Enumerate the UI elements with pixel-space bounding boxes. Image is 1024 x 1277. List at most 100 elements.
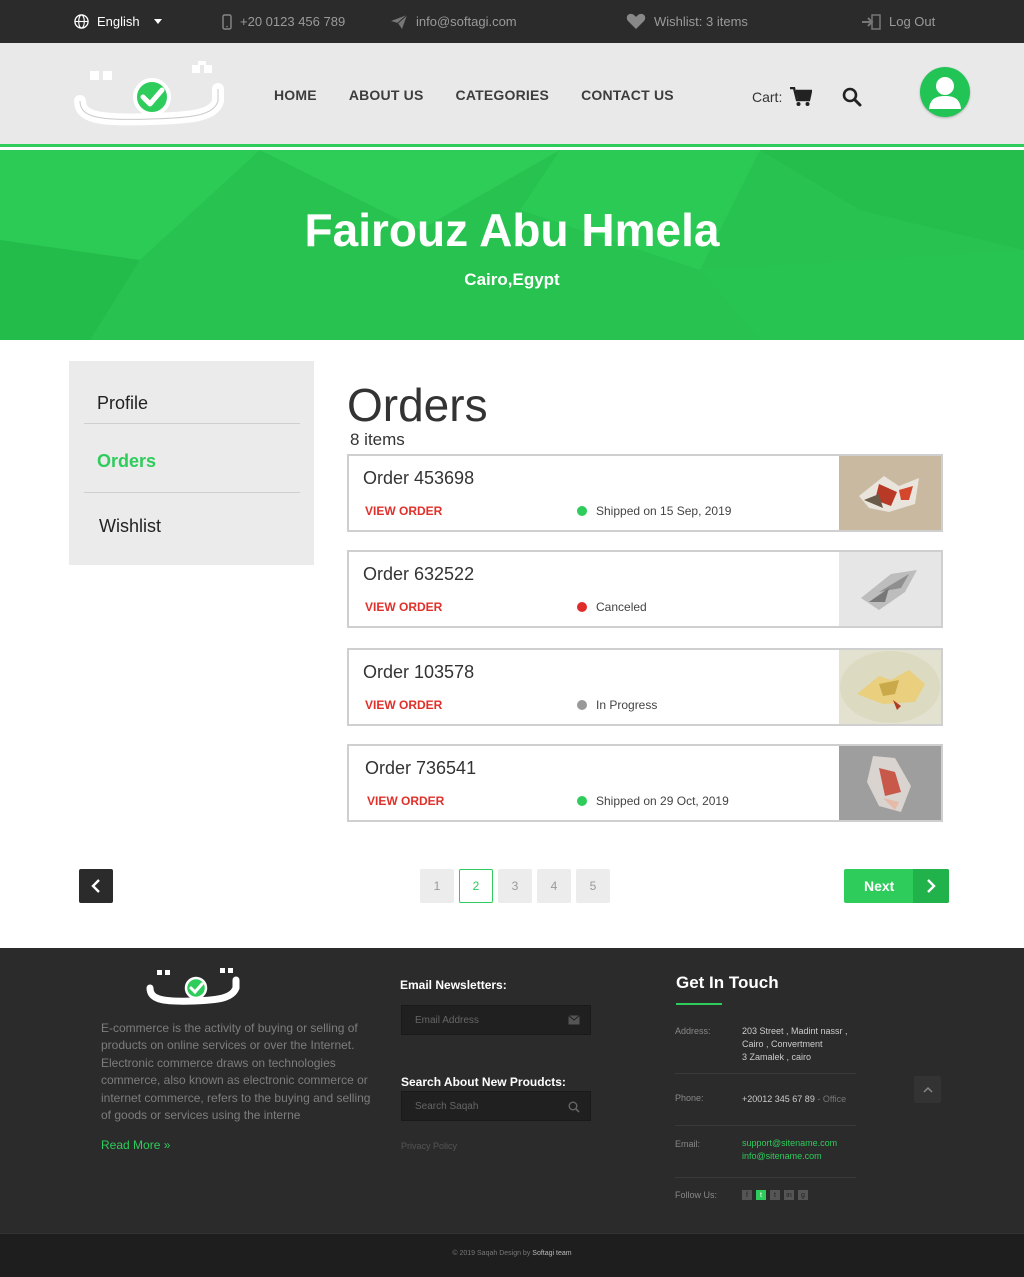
order-title: Order 103578 <box>363 662 475 682</box>
logout-text: Log Out <box>889 14 936 29</box>
search-products-heading: Search About New Proudcts: <box>401 1075 566 1089</box>
topbar-phone: +20 0123 456 789 <box>222 0 345 43</box>
copyright-prefix: © 2019 Saqah Design by <box>452 1250 531 1257</box>
address-line: 203 Street , Madint nassr , <box>742 1026 848 1036</box>
order-status: Canceled <box>577 600 647 614</box>
chevron-up-icon <box>922 1086 933 1093</box>
cart-label: Cart: <box>752 89 783 105</box>
linkedin-icon[interactable]: in <box>784 1190 794 1200</box>
user-avatar[interactable] <box>920 67 970 117</box>
phone-note: - Office <box>817 1094 847 1104</box>
newsletter-placeholder: Email Address <box>415 1014 479 1026</box>
order-title: Order 453698 <box>363 468 475 488</box>
order-card: Order 632522 VIEW ORDER Canceled <box>347 550 943 628</box>
order-product-image[interactable] <box>839 746 941 820</box>
logout-link[interactable]: Log Out <box>861 0 935 43</box>
status-dot <box>577 602 587 612</box>
privacy-policy-link[interactable]: Privacy Policy <box>401 1141 457 1151</box>
email-label: Email: <box>675 1139 701 1149</box>
order-title: Order 736541 <box>365 758 477 778</box>
status-dot <box>577 506 587 516</box>
scroll-to-top-button[interactable] <box>914 1076 941 1103</box>
search-icon[interactable] <box>568 1101 580 1113</box>
phone-number: +20012 345 67 89 <box>742 1094 815 1104</box>
google-plus-icon[interactable]: g <box>798 1190 808 1200</box>
info-email-link[interactable]: info@sitename.com <box>742 1150 837 1163</box>
tumblr-icon[interactable]: t <box>770 1190 780 1200</box>
order-card: Order 736541 VIEW ORDER Shipped on 29 Oc… <box>347 744 943 822</box>
globe-icon <box>74 14 89 29</box>
footer-divider <box>675 1125 856 1126</box>
status-text: Shipped on 29 Oct, 2019 <box>596 794 729 808</box>
support-email-link[interactable]: support@sitename.com <box>742 1137 837 1150</box>
email-text: info@softagi.com <box>416 14 517 29</box>
topbar-email[interactable]: info@softagi.com <box>390 0 517 43</box>
view-order-link[interactable]: VIEW ORDER <box>365 600 442 614</box>
chevron-left-icon <box>91 879 100 893</box>
status-text: In Progress <box>596 698 658 712</box>
chevron-right-icon <box>913 869 949 903</box>
order-product-image[interactable] <box>839 456 941 530</box>
view-order-link[interactable]: VIEW ORDER <box>365 698 442 712</box>
social-links: f t t in g <box>742 1190 808 1200</box>
footer-divider <box>675 1177 856 1178</box>
wishlist-link[interactable]: Wishlist: 3 items <box>626 0 748 43</box>
sidebar-divider <box>84 423 300 424</box>
search-icon[interactable] <box>842 87 862 107</box>
facebook-icon[interactable]: f <box>742 1190 752 1200</box>
top-bar: English +20 0123 456 789 info@softagi.co… <box>0 0 1024 43</box>
logout-icon <box>862 13 881 30</box>
heart-icon <box>626 13 646 29</box>
next-page-button[interactable]: Next <box>844 869 949 903</box>
sidebar-item-wishlist[interactable]: Wishlist <box>99 516 315 537</box>
order-product-image[interactable] <box>839 552 941 626</box>
view-order-link[interactable]: VIEW ORDER <box>365 504 442 518</box>
status-text: Canceled <box>596 600 647 614</box>
order-status: Shipped on 29 Oct, 2019 <box>577 794 729 808</box>
footer-about-text: E-commerce is the activity of buying or … <box>101 1021 371 1123</box>
page-5[interactable]: 5 <box>576 869 610 903</box>
main-header: HOME ABOUT US CATEGORIES CONTACT US Cart… <box>0 43 1024 147</box>
address-label: Address: <box>675 1026 711 1036</box>
envelope-icon[interactable] <box>568 1015 580 1025</box>
language-label: English <box>97 14 140 29</box>
nav-categories[interactable]: CATEGORIES <box>456 87 550 103</box>
page-2[interactable]: 2 <box>459 869 493 903</box>
newsletter-email-field[interactable]: Email Address <box>401 1005 591 1035</box>
brand-logo[interactable] <box>74 61 226 133</box>
get-in-touch-heading: Get In Touch <box>676 973 779 992</box>
phone-label: Phone: <box>675 1093 704 1103</box>
order-product-image[interactable] <box>839 650 941 724</box>
footer-search-input[interactable]: Search Saqah <box>401 1091 591 1121</box>
copyright-bar: © 2019 Saqah Design by Softagi team <box>0 1233 1024 1277</box>
page-3[interactable]: 3 <box>498 869 532 903</box>
sidebar-item-orders[interactable]: Orders <box>97 451 313 472</box>
profile-name: Fairouz Abu Hmela <box>304 204 720 256</box>
email-value: support@sitename.com info@sitename.com <box>742 1137 837 1163</box>
footer-search-placeholder: Search Saqah <box>415 1100 479 1112</box>
page-1[interactable]: 1 <box>420 869 454 903</box>
phone-icon <box>222 13 232 30</box>
paper-plane-icon <box>391 14 408 29</box>
cart-button[interactable]: Cart: <box>752 87 813 107</box>
nav-contact-us[interactable]: CONTACT US <box>581 87 674 103</box>
page-4[interactable]: 4 <box>537 869 571 903</box>
sidebar-item-profile[interactable]: Profile <box>97 393 313 414</box>
prev-page-button[interactable] <box>79 869 113 903</box>
nav-home[interactable]: HOME <box>274 87 317 103</box>
main-nav: HOME ABOUT US CATEGORIES CONTACT US <box>274 43 706 147</box>
footer-divider <box>675 1073 856 1074</box>
twitter-icon[interactable]: t <box>756 1190 766 1200</box>
profile-location: Cairo,Egypt <box>464 270 560 289</box>
language-selector[interactable]: English <box>74 0 162 43</box>
read-more-link[interactable]: Read More » <box>101 1138 170 1152</box>
status-dot <box>577 796 587 806</box>
footer-logo[interactable] <box>146 966 242 1008</box>
nav-about-us[interactable]: ABOUT US <box>349 87 424 103</box>
phone-value: +20012 345 67 89 - Office <box>742 1093 846 1106</box>
heading-underline <box>676 1003 722 1005</box>
pagination: 1 2 3 4 5 <box>420 869 610 903</box>
next-label: Next <box>864 878 895 894</box>
view-order-link[interactable]: VIEW ORDER <box>367 794 444 808</box>
copyright-brand-link[interactable]: Softagi team <box>532 1250 571 1257</box>
